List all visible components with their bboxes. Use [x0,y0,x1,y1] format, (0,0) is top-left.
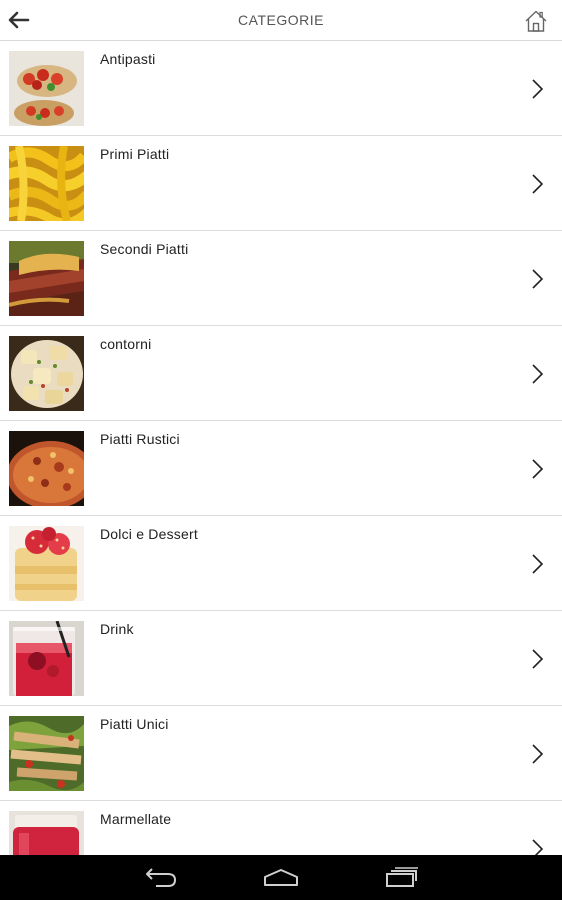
category-label: Secondi Piatti [100,241,189,257]
category-list: Antipasti Primi Piatti Secondi Piatti co… [0,41,562,855]
marmellate-photo [9,811,84,855]
secondi-piatti-photo [9,241,84,316]
system-navigation-bar [0,855,562,900]
home-icon [525,10,547,32]
chevron-right-icon [532,744,544,764]
category-label: Piatti Unici [100,716,169,732]
category-label: Marmellate [100,811,172,827]
nav-recents-button[interactable] [381,863,421,891]
category-label: Drink [100,621,134,637]
dolci-dessert-photo [9,526,84,601]
top-bar: CATEGORIE [0,0,562,41]
chevron-right-icon [532,459,544,479]
contorni-photo [9,336,84,411]
category-label: Antipasti [100,51,156,67]
list-item-dolci-dessert[interactable]: Dolci e Dessert [0,516,562,611]
nav-back-icon [146,868,177,887]
nav-home-button[interactable] [261,863,301,891]
nav-home-icon [264,869,298,886]
chevron-right-icon [532,79,544,99]
list-item-primi-piatti[interactable]: Primi Piatti [0,136,562,231]
category-label: Primi Piatti [100,146,170,162]
category-label: contorni [100,336,152,352]
nav-back-button[interactable] [141,863,181,891]
list-item-drink[interactable]: Drink [0,611,562,706]
chevron-right-icon [532,839,544,855]
drink-photo [9,621,84,696]
antipasti-photo [9,51,84,126]
list-item-antipasti[interactable]: Antipasti [0,41,562,136]
category-label: Dolci e Dessert [100,526,198,542]
app-screen: CATEGORIE Antipasti Primi Piatti Secondi… [0,0,562,900]
chevron-right-icon [532,649,544,669]
chevron-right-icon [532,174,544,194]
list-item-secondi-piatti[interactable]: Secondi Piatti [0,231,562,326]
piatti-unici-photo [9,716,84,791]
list-item-piatti-unici[interactable]: Piatti Unici [0,706,562,801]
piatti-rustici-photo [9,431,84,506]
home-button[interactable] [522,8,550,34]
chevron-right-icon [532,554,544,574]
chevron-right-icon [532,364,544,384]
list-item-contorni[interactable]: contorni [0,326,562,421]
primi-piatti-photo [9,146,84,221]
chevron-right-icon [532,269,544,289]
list-item-marmellate[interactable]: Marmellate [0,801,562,855]
page-title: CATEGORIE [238,12,324,28]
list-item-piatti-rustici[interactable]: Piatti Rustici [0,421,562,516]
category-label: Piatti Rustici [100,431,180,447]
nav-recents-icon [386,867,418,887]
